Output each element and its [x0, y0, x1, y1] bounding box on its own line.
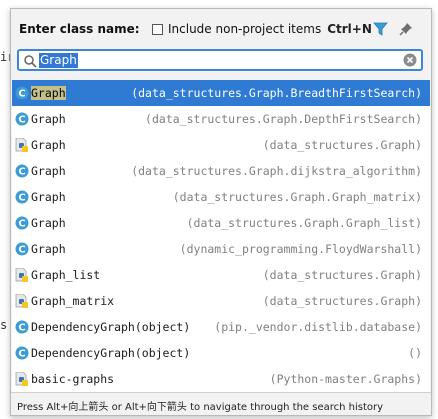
list-item[interactable]: C Graph (data_structures.Graph.DepthFirstS…	[12, 106, 430, 132]
result-location: (data_structures.Graph.DepthFirstSearch)	[145, 112, 422, 126]
list-item[interactable]: C Graph (data_structures.Graph.dijkstra_al…	[12, 158, 430, 184]
include-non-project-checkbox[interactable]	[152, 23, 163, 35]
result-name: Graph_list	[31, 268, 100, 282]
list-item[interactable]: C DependencyGraph(object) ()	[12, 340, 430, 366]
class-icon: C	[15, 242, 29, 256]
list-item[interactable]: C Graph (dynamic_programming.FloydWarshall…	[12, 236, 430, 262]
python-file-icon	[15, 138, 28, 152]
class-icon: C	[15, 86, 29, 100]
result-name: Graph	[31, 216, 66, 230]
result-name: DependencyGraph(object)	[31, 346, 190, 360]
class-icon: C	[15, 320, 29, 334]
list-item[interactable]: Graph_list (data_structures.Graph)	[12, 262, 430, 288]
result-name-text: Graph	[31, 242, 66, 256]
result-name-text: Graph	[31, 138, 66, 152]
svg-text:C: C	[18, 115, 25, 126]
list-item[interactable]: Graph (data_structures.Graph)	[12, 132, 430, 158]
result-name-text: Graph	[31, 86, 66, 100]
result-location: ()	[408, 346, 422, 360]
class-icon: C	[15, 346, 29, 360]
goto-class-popup: Enter class name: Include non-project it…	[10, 8, 432, 416]
python-file-icon	[15, 372, 28, 386]
search-icon	[24, 55, 37, 68]
result-location: (Python-master.Graphs)	[269, 372, 422, 386]
list-item[interactable]: C DependencyGraph(object) (pip._vendor.dis…	[12, 314, 430, 340]
result-name: Graph	[31, 86, 66, 100]
filter-icon[interactable]	[373, 22, 388, 36]
result-location: (data_structures.Graph.Graph_list)	[186, 216, 422, 230]
popup-header: Enter class name: Include non-project it…	[11, 9, 431, 47]
result-name: Graph	[31, 164, 66, 178]
result-name: Graph	[31, 138, 66, 152]
list-item[interactable]: C Graph (data_structures.Graph.BreadthFirs…	[12, 80, 430, 106]
include-non-project-toggle[interactable]: Include non-project items Ctrl+N	[152, 22, 372, 36]
popup-footer: Press Alt+向上箭头 or Alt+向下箭头 to navigate t…	[11, 392, 431, 415]
result-location: (data_structures.Graph)	[262, 138, 422, 152]
shortcut-hint: Ctrl+N	[327, 22, 372, 36]
result-location: (data_structures.Graph.Graph_matrix)	[172, 190, 422, 204]
result-name-text: basic-graphs	[31, 372, 115, 386]
result-name: Graph	[31, 242, 66, 256]
result-name-text: DependencyGraph(object)	[31, 320, 191, 334]
result-name-text: Graph_list	[31, 268, 101, 282]
result-name: basic-graphs	[31, 372, 114, 386]
svg-text:C: C	[18, 245, 25, 256]
result-name: DependencyGraph(object)	[31, 320, 190, 334]
class-icon: C	[15, 164, 29, 178]
include-non-project-label[interactable]: Include non-project items	[168, 22, 321, 36]
result-location: (data_structures.Graph.BreadthFirstSearc…	[131, 86, 422, 100]
search-input[interactable]: Graph	[17, 49, 423, 71]
history-hint: Press Alt+向上箭头 or Alt+向下箭头 to navigate t…	[17, 402, 384, 413]
result-location: (pip._vendor.distlib.database)	[214, 320, 422, 334]
result-name-text: Graph	[31, 190, 66, 204]
svg-text:C: C	[18, 323, 25, 334]
result-location: (data_structures.Graph)	[262, 268, 422, 282]
result-name-text: DependencyGraph(object)	[31, 346, 191, 360]
result-location: (data_structures.Graph.dijkstra_algorith…	[131, 164, 422, 178]
svg-text:C: C	[18, 219, 25, 230]
list-item[interactable]: C Graph (data_structures.Graph.Graph_matri…	[12, 184, 430, 210]
results-list: C Graph (data_structures.Graph.BreadthFirs…	[12, 80, 430, 392]
python-file-icon	[15, 294, 28, 308]
result-name-text: Graph	[31, 164, 66, 178]
svg-text:C: C	[18, 167, 25, 178]
clear-icon[interactable]	[403, 53, 417, 67]
result-name-text: Graph	[31, 216, 66, 230]
class-icon: C	[15, 190, 29, 204]
svg-text:C: C	[18, 89, 25, 100]
editor-text-fragment: s	[0, 318, 8, 332]
result-name: Graph	[31, 190, 66, 204]
list-item[interactable]: C Graph (data_structures.Graph.Graph_list)	[12, 210, 430, 236]
result-name-text: Graph_matrix	[31, 294, 115, 308]
class-icon: C	[15, 216, 29, 230]
result-location: (dynamic_programming.FloydWarshall)	[179, 242, 422, 256]
popup-title: Enter class name:	[19, 22, 140, 36]
pin-icon[interactable]	[399, 22, 413, 36]
svg-text:C: C	[18, 193, 25, 204]
result-name-text: Graph	[31, 112, 66, 126]
python-file-icon	[15, 268, 28, 282]
class-icon: C	[15, 112, 29, 126]
list-item[interactable]: basic-graphs (Python-master.Graphs)	[12, 366, 430, 392]
result-location: (data_structures.Graph)	[262, 294, 422, 308]
list-item[interactable]: Graph_matrix (data_structures.Graph)	[12, 288, 430, 314]
search-value[interactable]: Graph	[39, 53, 78, 68]
svg-text:C: C	[18, 349, 25, 360]
result-name: Graph	[31, 112, 66, 126]
result-name: Graph_matrix	[31, 294, 114, 308]
